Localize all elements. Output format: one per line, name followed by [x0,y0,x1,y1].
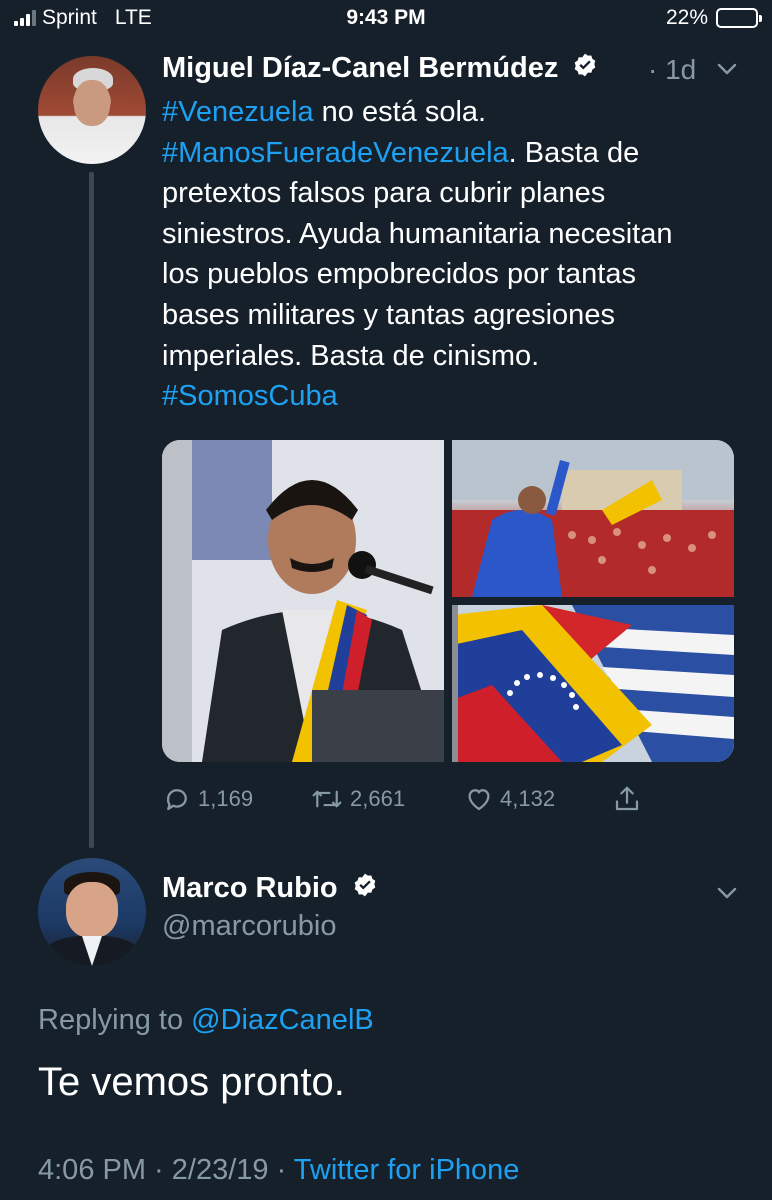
media-photo-1[interactable] [162,440,444,762]
chevron-down-icon[interactable] [716,58,738,80]
media-photo-2[interactable] [452,440,734,597]
verified-badge-icon [352,872,378,906]
tweet2-author-name[interactable]: Marco Rubio [162,872,338,904]
tweet1-action-bar: 1,169 2,661 4,132 [162,784,734,818]
hashtag-link[interactable]: #SomosCuba [162,380,338,412]
tweet2-text: Te vemos pronto. [38,1060,345,1104]
battery-icon [716,8,762,28]
reply-button[interactable]: 1,169 [162,784,253,814]
avatar-diaz-canel[interactable] [38,56,146,164]
chevron-down-icon[interactable] [716,882,738,904]
avatar-marco-rubio[interactable] [38,858,146,966]
avatar-face [66,882,118,938]
tweet1-text-segment: no está sola. [313,96,487,128]
tweet2-meta: 4:06 PM · 2/23/19 · Twitter for iPhone [38,1154,519,1187]
tweet1-text-line: siniestros. Ayuda humanitaria necesitan [162,214,742,255]
tweet2-handle[interactable]: @marcorubio [162,910,337,943]
media-photo-3[interactable] [452,605,734,762]
tweet1-text-segment: siniestros. Ayuda humanitaria necesitan [162,217,673,250]
tweet1-text-segment: los pueblos empobrecidos por tantas [162,258,636,291]
tweet2-timestamp: 4:06 PM · 2/23/19 · [38,1154,294,1186]
tweet1-author[interactable]: Miguel Díaz-Canel Bermúdez [162,52,598,86]
avatar-face [74,80,110,126]
tweet1-text-segment: pretextos falsos para cubrir planes [162,177,606,210]
retweet-icon [312,790,342,808]
share-button[interactable] [612,784,648,814]
tweet1-age: · 1d [648,54,697,85]
tweet1-text-line: bases militares y tantas agresiones [162,295,742,336]
reply-count: 1,169 [198,786,254,811]
tweet1-text-line: los pueblos empobrecidos por tantas [162,254,742,295]
replying-prefix: Replying to [38,1004,192,1036]
retweet-button[interactable]: 2,661 [310,784,405,814]
tweet1-text-line: imperiales. Basta de cinismo. [162,336,742,377]
reply-icon [166,789,187,811]
tweet2-source-link[interactable]: Twitter for iPhone [294,1154,520,1186]
tweet1-author-name[interactable]: Miguel Díaz-Canel Bermúdez [162,52,558,84]
status-right: 22% [665,6,762,30]
media-photo-1-art [162,440,444,762]
tweet1-media-grid[interactable] [162,440,734,762]
share-icon [615,786,639,811]
heart-icon [468,789,490,811]
tweet1-text: #Venezuela no está sola. #ManosFueradeVen… [162,92,742,417]
status-bar: Sprint LTE 9:43 PM 22% [0,0,772,38]
tweet1-text-line: #ManosFueradeVenezuela. Basta de [162,133,742,174]
like-count: 4,132 [500,786,556,811]
replying-mention-link[interactable]: @DiazCanelB [191,1004,374,1036]
hashtag-link[interactable]: #Venezuela [162,96,314,128]
thread-connector [89,172,94,848]
tweet1-text-segment: imperiales. Basta de cinismo. [162,339,540,372]
tweet1-text-line: #SomosCuba [162,376,742,417]
verified-badge-icon [572,52,598,86]
battery-percent: 22% [665,6,708,29]
tweet1-text-line: pretextos falsos para cubrir planes [162,173,742,214]
tweet1-text-segment: . Basta de [508,136,640,169]
tweet1-text-line: #Venezuela no está sola. [162,92,742,133]
media-photo-3-art [452,605,734,762]
hashtag-link[interactable]: #ManosFueradeVenezuela [162,137,509,169]
media-photo-2-art [452,440,734,597]
retweet-count: 2,661 [350,786,406,811]
status-time: 9:43 PM [346,6,426,29]
replying-to: Replying to @DiazCanelB [38,1004,374,1037]
tweet1-text-segment: bases militares y tantas agresiones [162,298,615,331]
like-button[interactable]: 4,132 [464,784,555,814]
tweet2-author[interactable]: Marco Rubio [162,872,378,906]
